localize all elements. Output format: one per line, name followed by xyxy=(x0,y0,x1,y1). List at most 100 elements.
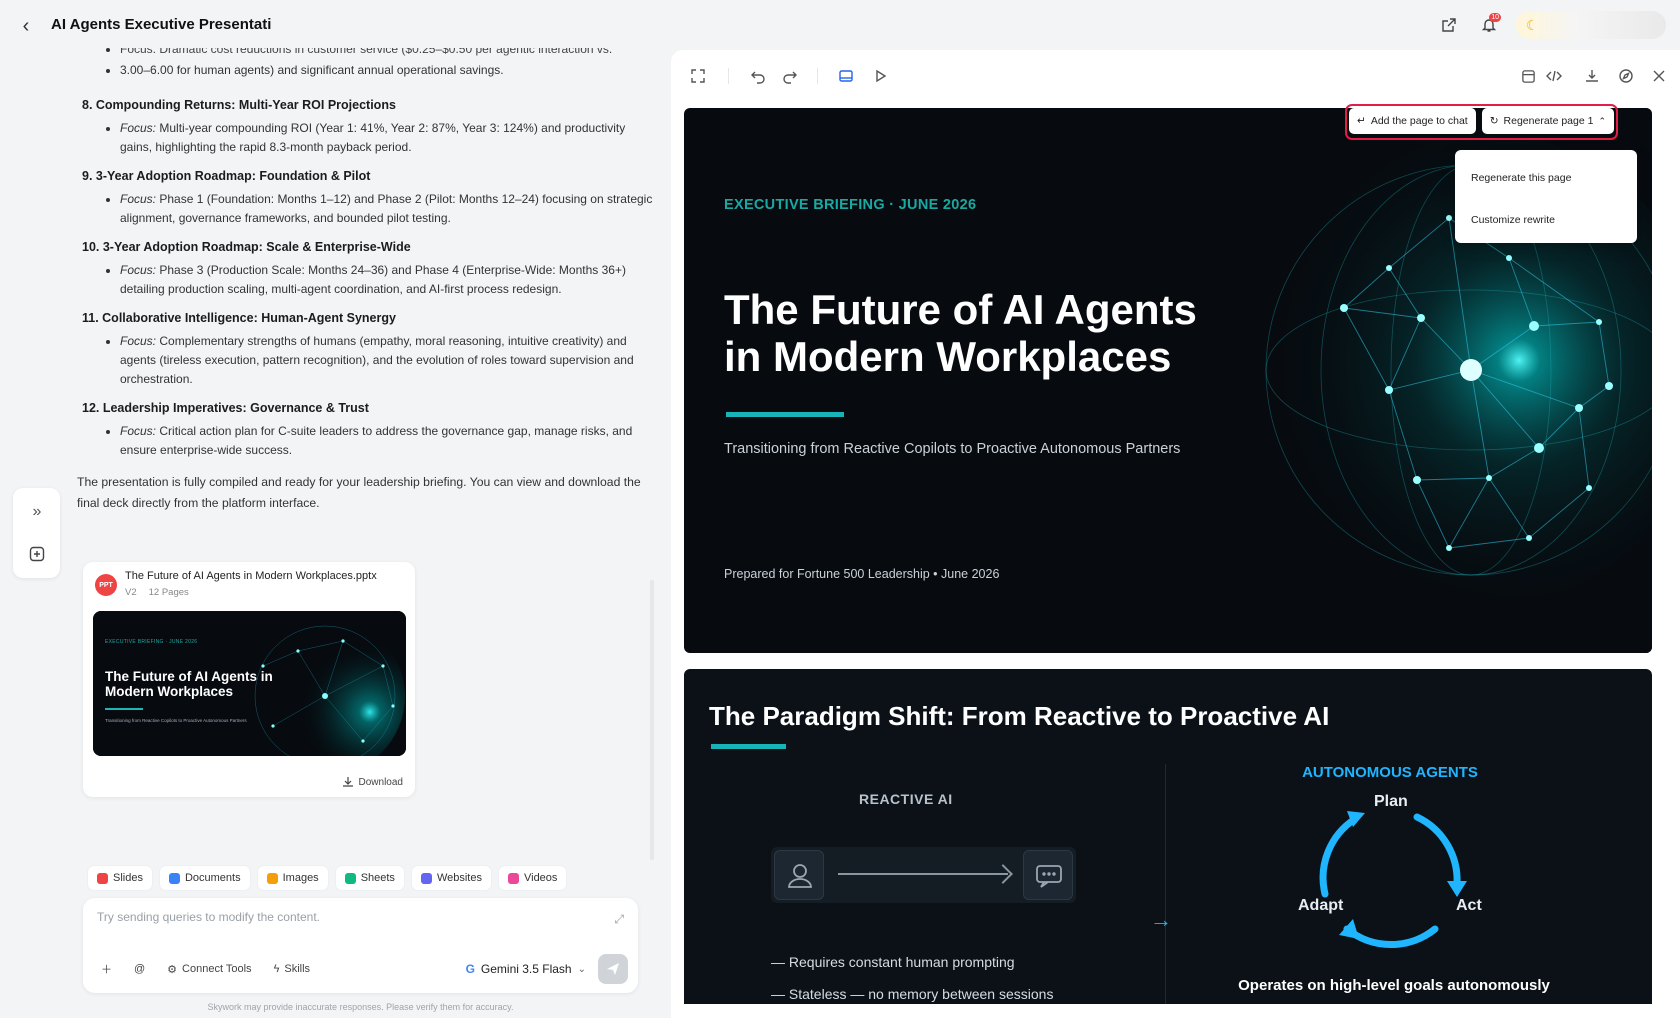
thumbnail-kicker: EXECUTIVE BRIEFING · JUNE 2026 xyxy=(105,639,198,645)
section-bullet: Focus: Multi-year compounding ROI (Year … xyxy=(106,119,660,157)
connect-tools-button[interactable]: ⚙ Connect Tools xyxy=(161,957,257,981)
cycle-adapt-label: Adapt xyxy=(1298,897,1344,914)
chat-scrollbar[interactable] xyxy=(650,580,654,860)
focus-text: Phase 1 (Foundation: Months 1–12) and Ph… xyxy=(120,192,653,225)
slide1-kicker: EXECUTIVE BRIEFING · JUNE 2026 xyxy=(724,197,977,213)
websites-icon xyxy=(420,872,432,884)
slide1-accent-line xyxy=(726,412,844,417)
output-type-tags: Slides Documents Images Sheets Websites Video… xyxy=(88,866,567,890)
flow-arrow-icon xyxy=(838,873,1008,875)
slide-view-icon[interactable] xyxy=(833,63,859,89)
download-button[interactable]: Download xyxy=(342,776,403,788)
section-heading: 12. Leadership Imperatives: Governance &… xyxy=(82,401,369,415)
viewer-toolbar xyxy=(671,50,1680,102)
regenerate-this-page-option[interactable]: Regenerate this page xyxy=(1471,172,1571,184)
reactive-point-1: — Requires constant human prompting xyxy=(771,954,1015,970)
add-page-to-chat-button[interactable]: ↵ Add the page to chat xyxy=(1349,108,1476,134)
side-rail: » xyxy=(13,488,60,578)
share-icon[interactable] xyxy=(1436,12,1462,38)
top-actions: 10 ☾ xyxy=(1436,11,1666,39)
file-version: V2 xyxy=(125,587,137,598)
customize-rewrite-option[interactable]: Customize rewrite xyxy=(1471,214,1555,226)
mention-button[interactable]: @ xyxy=(128,957,151,981)
deck-thumbnail[interactable]: EXECUTIVE BRIEFING · JUNE 2026 The Futur… xyxy=(93,611,406,756)
tag-websites[interactable]: Websites xyxy=(411,866,491,890)
code-icon[interactable] xyxy=(1541,63,1567,89)
composer: ⤢ ＋ @ ⚙ Connect Tools ϟ Skills G Gemini 3.… xyxy=(83,898,638,993)
tag-slides[interactable]: Slides xyxy=(88,866,152,890)
regenerate-dropdown: Regenerate this page Customize rewrite xyxy=(1455,150,1637,243)
notification-bell-icon[interactable]: 10 xyxy=(1476,12,1502,38)
focus-text: Critical action plan for C-suite leaders… xyxy=(120,424,633,457)
fullscreen-icon[interactable] xyxy=(685,63,711,89)
undo-icon[interactable] xyxy=(745,63,771,89)
chevron-down-icon: ⌄ xyxy=(577,963,586,975)
query-input[interactable] xyxy=(97,910,577,924)
right-arrow-icon: → xyxy=(1150,907,1172,932)
slide2-divider xyxy=(1165,764,1166,1004)
intro-tail-2-text: 3.00–6.00 for human agents) and signific… xyxy=(120,63,504,77)
focus-label: Focus: xyxy=(120,192,157,206)
tag-label: Websites xyxy=(436,872,482,884)
focus-text: Complementary strengths of humans (empat… xyxy=(120,334,634,386)
refresh-icon: ↻ xyxy=(1489,115,1499,127)
chevron-up-icon: ⌃ xyxy=(1598,115,1606,126)
slide2-title: The Paradigm Shift: From Reactive to Pro… xyxy=(709,701,1330,731)
page-title: AI Agents Executive Presentati xyxy=(51,16,272,33)
focus-label: Focus: xyxy=(120,334,157,348)
slide1-subtitle: Transitioning from Reactive Copilots to … xyxy=(724,441,1181,457)
tag-label: Videos xyxy=(523,872,558,884)
tag-sheets[interactable]: Sheets xyxy=(335,866,404,890)
play-icon[interactable] xyxy=(867,63,893,89)
chat-bubble-icon xyxy=(1023,850,1073,900)
tag-videos[interactable]: Videos xyxy=(498,866,567,890)
documents-icon xyxy=(168,872,180,884)
download-label: Download xyxy=(358,776,403,788)
tag-documents[interactable]: Documents xyxy=(159,866,250,890)
thumbnail-subtitle: Transitioning from Reactive Copilots to … xyxy=(105,718,247,723)
ppt-file-icon: PPT xyxy=(95,574,117,596)
user-account-pill[interactable]: ☾ xyxy=(1516,11,1666,39)
focus-text: Multi-year compounding ROI (Year 1: 41%,… xyxy=(120,121,626,154)
model-selector[interactable]: G Gemini 3.5 Flash ⌄ xyxy=(466,957,586,981)
file-card[interactable]: PPT The Future of AI Agents in Modern Wo… xyxy=(83,562,415,797)
back-icon[interactable]: ‹ xyxy=(14,14,38,38)
return-arrow-icon: ↵ xyxy=(1357,115,1366,127)
regenerate-page-button[interactable]: ↻ Regenerate page 1 ⌃ xyxy=(1481,108,1614,134)
tag-images[interactable]: Images xyxy=(257,866,328,890)
connect-tools-label: Connect Tools xyxy=(182,963,252,975)
layout-icon[interactable] xyxy=(1515,63,1541,89)
plus-icon: ＋ xyxy=(101,964,112,976)
download-icon[interactable] xyxy=(1579,63,1605,89)
slide-action-bar: ↵ Add the page to chat ↻ Regenerate page… xyxy=(1345,104,1618,140)
regenerate-page-label: Regenerate page 1 xyxy=(1503,115,1594,127)
reactive-ai-label: REACTIVE AI xyxy=(859,791,953,807)
moon-icon: ☾ xyxy=(1526,17,1539,33)
focus-text: Phase 3 (Production Scale: Months 24–36)… xyxy=(120,263,626,296)
section-bullet: Focus: Complementary strengths of humans… xyxy=(106,332,660,389)
send-button[interactable] xyxy=(598,954,628,984)
notification-badge: 10 xyxy=(1489,13,1501,22)
close-icon[interactable] xyxy=(1646,63,1672,89)
expand-composer-icon[interactable]: ⤢ xyxy=(614,912,624,927)
slide2-accent-line xyxy=(711,744,786,749)
compass-icon[interactable] xyxy=(1613,63,1639,89)
new-chat-icon[interactable] xyxy=(25,542,49,566)
focus-label: Focus: xyxy=(120,121,157,135)
user-icon xyxy=(774,850,824,900)
thumbnail-accent-line xyxy=(105,708,143,710)
slides-icon xyxy=(97,872,108,884)
videos-icon xyxy=(507,872,519,884)
file-pages: 12 Pages xyxy=(148,587,189,598)
slide-2[interactable]: The Paradigm Shift: From Reactive to Pro… xyxy=(684,669,1652,1004)
section-bullet: Focus: Critical action plan for C-suite … xyxy=(106,422,660,460)
thumbnail-title: The Future of AI Agents in Modern Workpl… xyxy=(105,669,273,699)
section-bullet: Focus: Phase 3 (Production Scale: Months… xyxy=(106,261,660,299)
skills-button[interactable]: ϟ Skills xyxy=(268,957,317,981)
images-icon xyxy=(266,872,278,884)
skills-label: Skills xyxy=(284,963,311,975)
expand-sidebar-icon[interactable]: » xyxy=(25,500,49,524)
redo-icon[interactable] xyxy=(777,63,803,89)
autonomous-agents-label: AUTONOMOUS AGENTS xyxy=(1302,764,1478,781)
attach-button[interactable]: ＋ xyxy=(95,957,118,981)
